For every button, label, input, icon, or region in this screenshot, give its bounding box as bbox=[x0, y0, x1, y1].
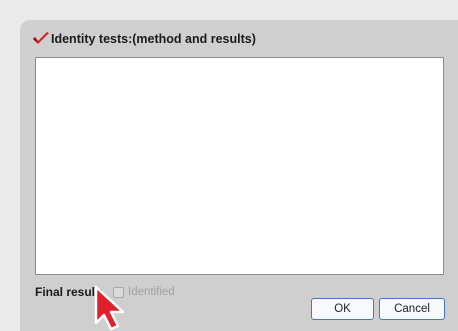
final-result-row: Final result: Identified bbox=[35, 284, 175, 300]
final-result-label: Final result: bbox=[35, 285, 104, 299]
dialog-header: Identity tests:(method and results) bbox=[32, 30, 256, 48]
cancel-button[interactable]: Cancel bbox=[379, 298, 445, 320]
dialog-title: Identity tests:(method and results) bbox=[51, 32, 256, 46]
identified-checkbox-label[interactable]: Identified bbox=[128, 286, 175, 298]
ok-button[interactable]: OK bbox=[311, 298, 374, 320]
screen: Identity tests:(method and results) Fina… bbox=[0, 0, 458, 331]
red-checkmark-icon bbox=[32, 31, 50, 47]
method-results-textarea[interactable] bbox=[35, 57, 444, 275]
identity-tests-dialog: Identity tests:(method and results) Fina… bbox=[20, 20, 458, 331]
identified-checkbox[interactable] bbox=[113, 286, 125, 298]
